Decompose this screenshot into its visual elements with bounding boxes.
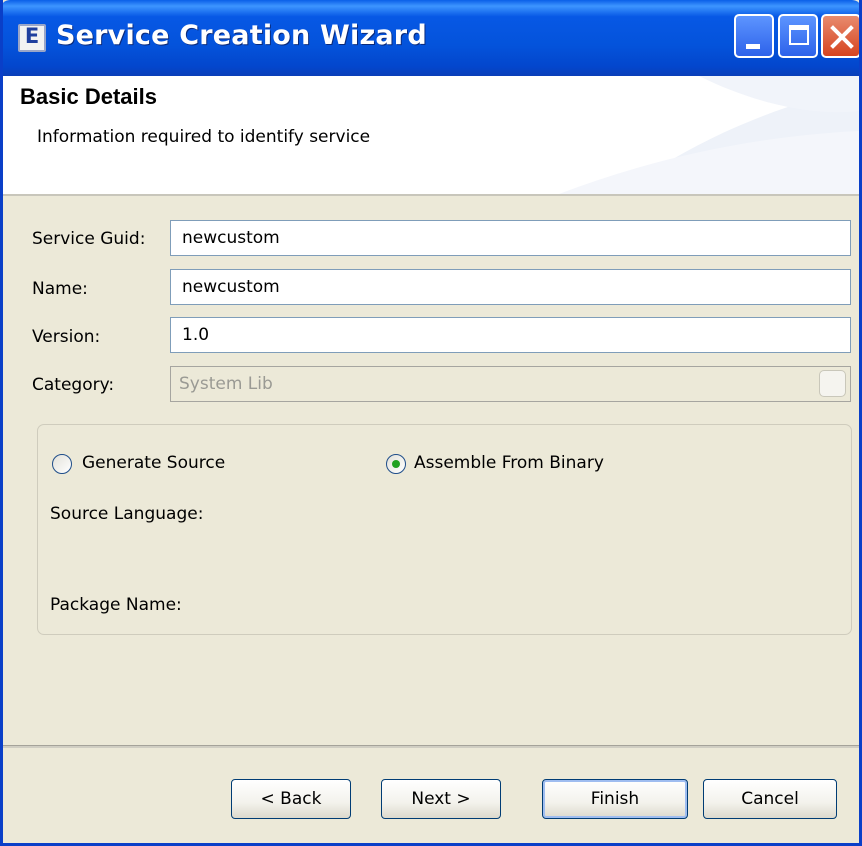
package-name-label: Package Name: (50, 595, 182, 615)
version-input[interactable]: 1.0 (170, 317, 851, 353)
page-description: Information required to identify service (37, 127, 371, 147)
category-label: Category: (32, 375, 115, 395)
assemble-from-binary-radio[interactable] (386, 454, 406, 474)
finish-button[interactable]: Finish (542, 779, 688, 819)
cancel-button[interactable]: Cancel (703, 779, 837, 819)
source-language-label: Source Language: (50, 504, 204, 524)
title-bar[interactable]: E Service Creation Wizard (3, 0, 859, 76)
category-dropdown-button[interactable] (819, 370, 846, 397)
next-button[interactable]: Next > (381, 779, 501, 819)
name-label: Name: (32, 279, 88, 299)
minimize-button[interactable] (734, 14, 774, 58)
back-button[interactable]: < Back (231, 779, 351, 819)
maximize-icon (789, 25, 809, 45)
radio-selected-dot (392, 460, 400, 468)
footer-separator (3, 745, 859, 748)
category-combo[interactable]: System Lib (170, 366, 851, 402)
source-options-group: Generate Source Assemble From Binary Sou… (37, 424, 852, 635)
header-decoration (559, 76, 859, 194)
assemble-from-binary-label[interactable]: Assemble From Binary (414, 453, 604, 473)
page-title: Basic Details (20, 84, 157, 109)
generate-source-label[interactable]: Generate Source (82, 453, 225, 473)
close-icon (830, 25, 854, 49)
close-button[interactable] (821, 14, 859, 58)
maximize-button[interactable] (778, 14, 818, 58)
name-input[interactable]: newcustom (170, 269, 851, 305)
app-icon[interactable]: E (18, 24, 46, 52)
wizard-window: E Service Creation Wizard Basic Details … (0, 0, 862, 846)
minimize-icon (746, 44, 760, 49)
service-guid-input[interactable]: newcustom (170, 220, 851, 256)
service-guid-label: Service Guid: (32, 229, 146, 249)
wizard-header: Basic Details Information required to id… (3, 76, 859, 196)
version-label: Version: (32, 327, 101, 347)
app-icon-glyph: E (24, 24, 40, 48)
generate-source-radio[interactable] (52, 454, 72, 474)
window-title: Service Creation Wizard (56, 20, 427, 51)
